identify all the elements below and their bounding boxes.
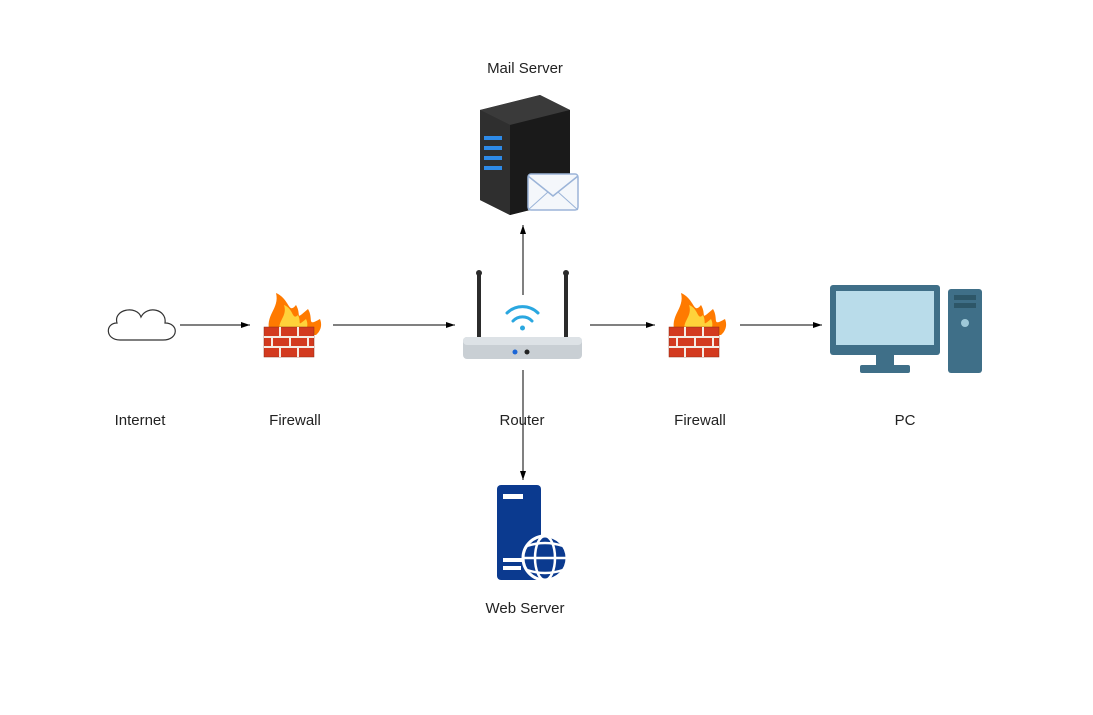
node-firewall-1 [250, 275, 340, 365]
web-server-icon [485, 480, 575, 590]
node-mailserver [470, 90, 585, 220]
node-webserver [485, 480, 575, 590]
node-pc [820, 275, 990, 385]
label-webserver: Web Server [455, 600, 595, 617]
diagram-canvas: Internet F [0, 0, 1093, 715]
node-router [455, 255, 590, 370]
label-internet: Internet [70, 412, 210, 429]
firewall-icon [250, 275, 340, 365]
router-icon [455, 255, 590, 370]
label-pc: PC [835, 412, 975, 429]
label-mailserver: Mail Server [455, 60, 595, 77]
node-internet [95, 295, 185, 355]
label-firewall-2: Firewall [630, 412, 770, 429]
pc-icon [820, 275, 990, 385]
label-firewall-1: Firewall [225, 412, 365, 429]
firewall-icon [655, 275, 745, 365]
cloud-icon [95, 295, 185, 355]
node-firewall-2 [655, 275, 745, 365]
mail-server-icon [470, 90, 585, 220]
label-router: Router [452, 412, 592, 429]
